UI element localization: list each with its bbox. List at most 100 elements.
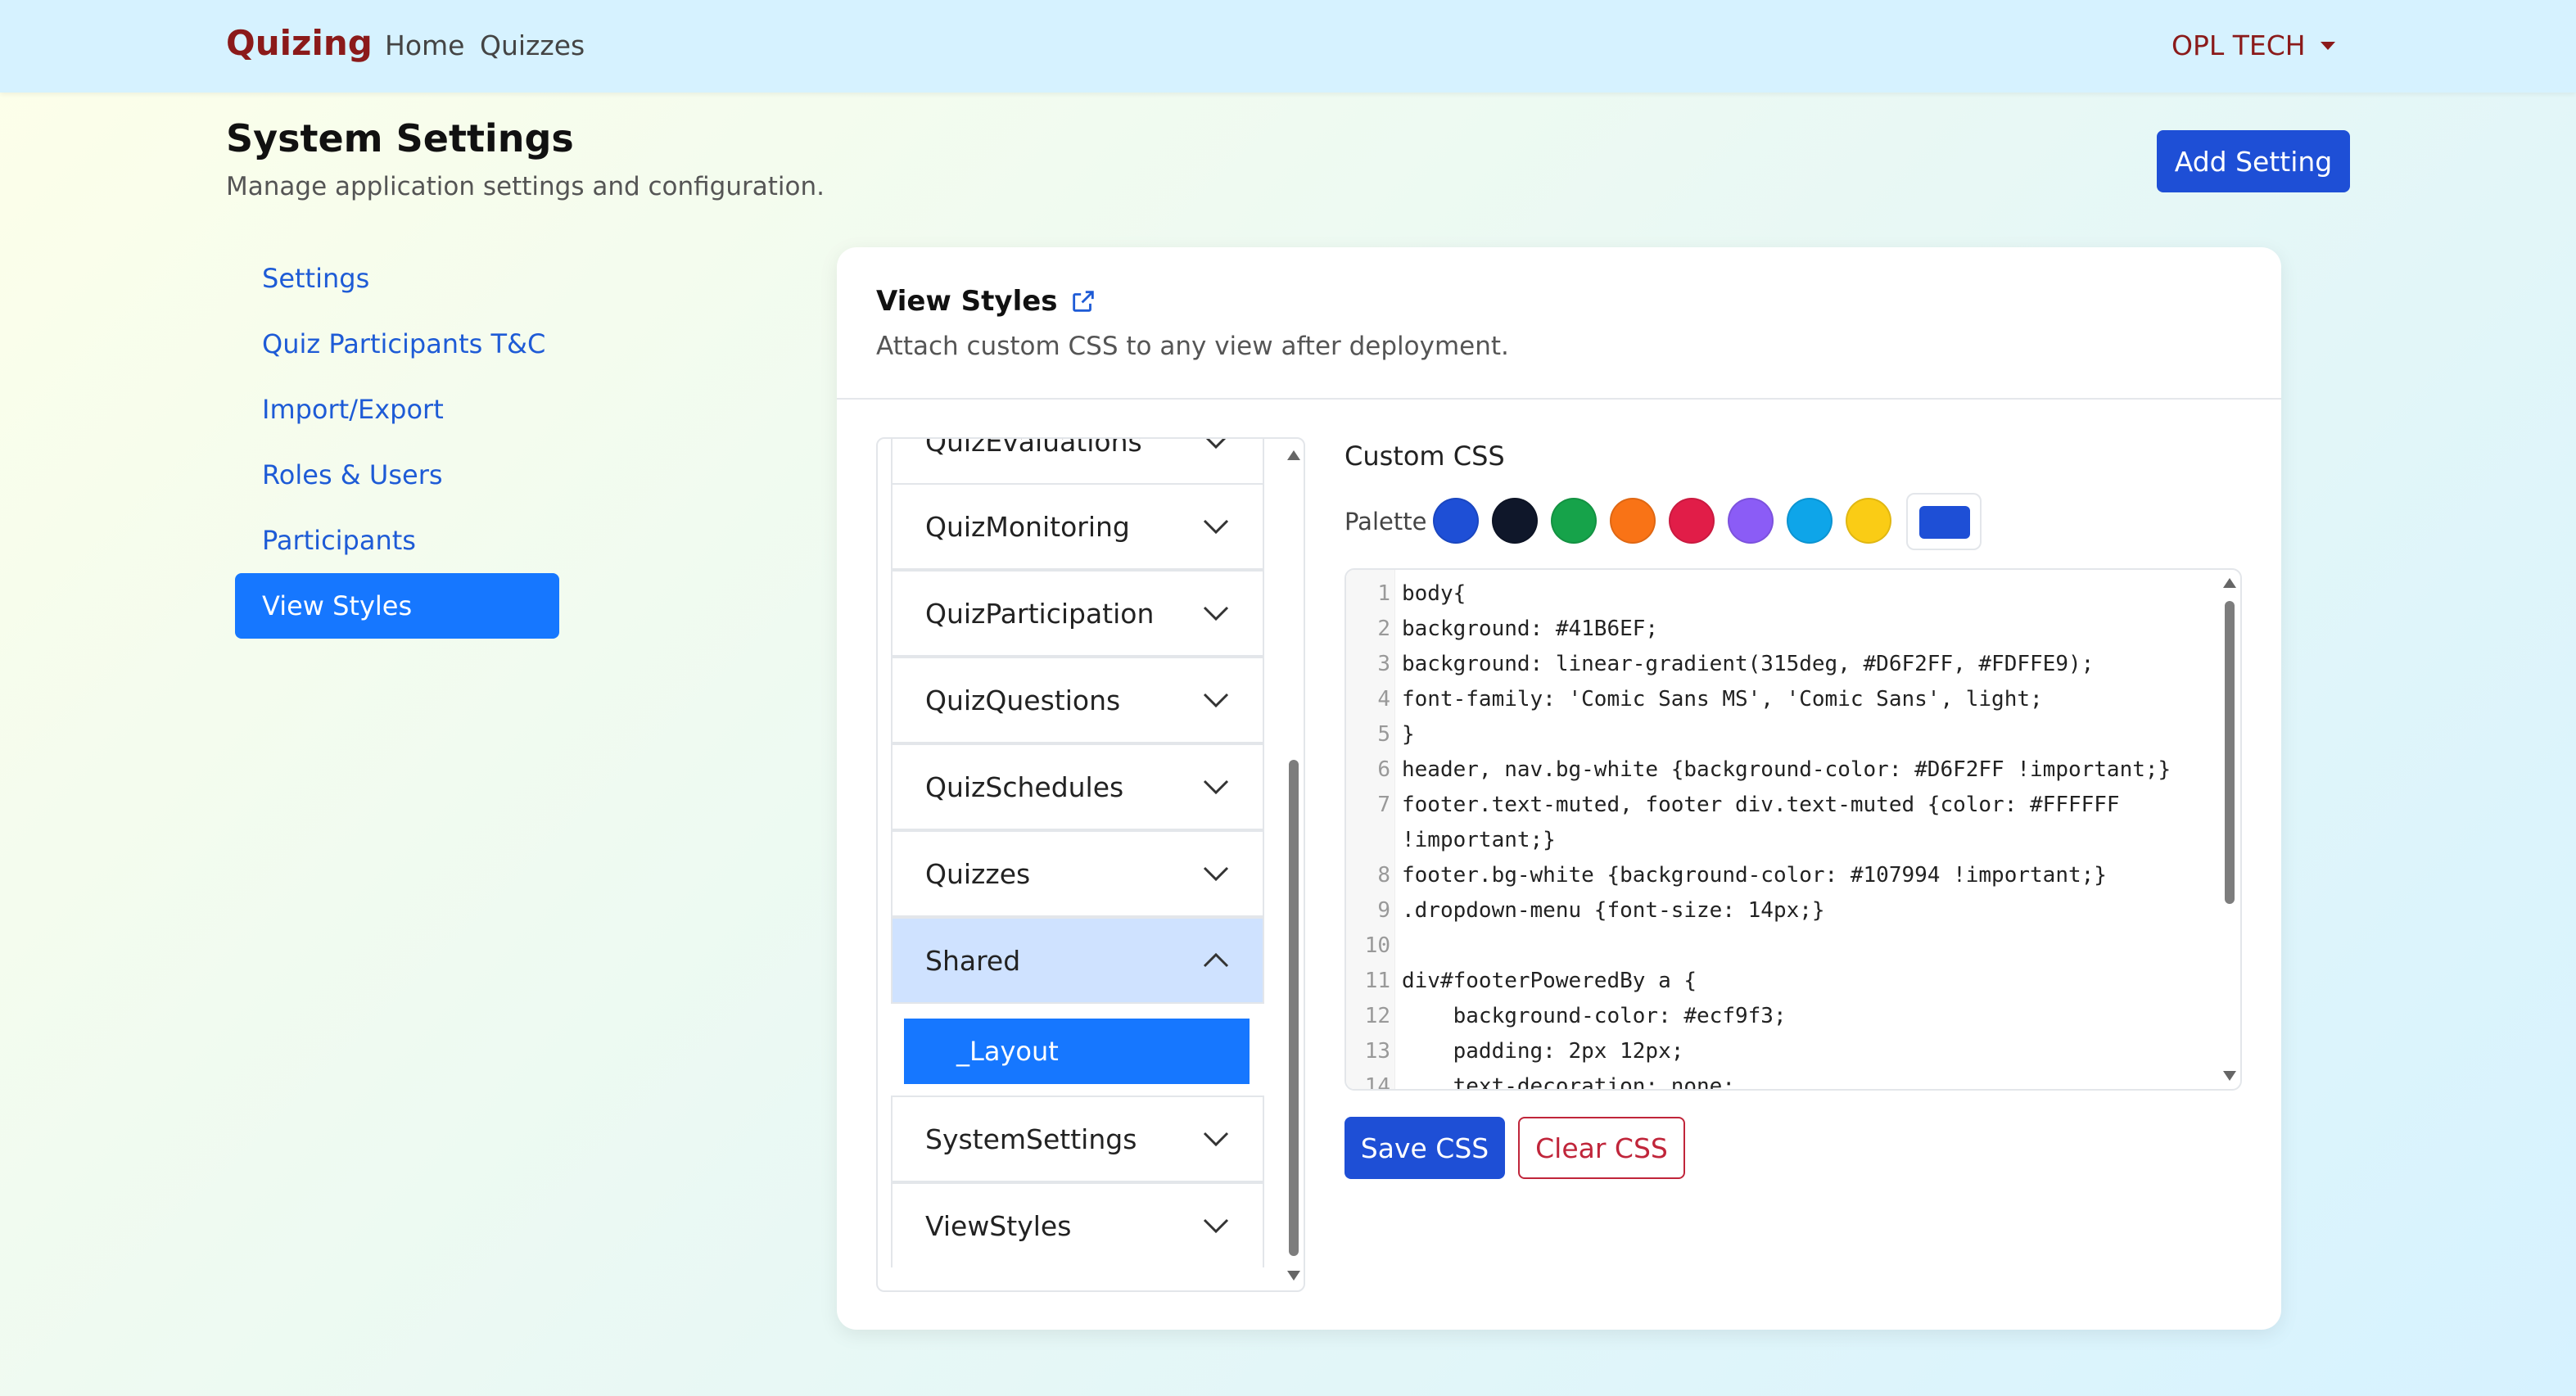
code-line[interactable]: 9 .dropdown-menu {font-size: 14px;} bbox=[1346, 893, 2214, 928]
code-line[interactable]: 3 background: linear-gradient(315deg, #D6… bbox=[1346, 647, 2214, 682]
palette-swatch-red[interactable] bbox=[1669, 498, 1715, 544]
code-line[interactable]: 11 div#footerPoweredBy a { bbox=[1346, 964, 2214, 999]
code-text[interactable]: background: linear-gradient(315deg, #D6F… bbox=[1402, 647, 2094, 682]
nav-home-link[interactable]: Home bbox=[385, 29, 464, 61]
sidebar-item-view-styles[interactable]: View Styles bbox=[235, 573, 559, 639]
code-line[interactable]: 13 padding: 2px 12px; bbox=[1346, 1034, 2214, 1069]
line-number: 9 bbox=[1377, 898, 1390, 923]
code-text[interactable]: text-decoration: none; bbox=[1402, 1069, 1735, 1089]
accordion-item-quizquestions[interactable]: QuizQuestions bbox=[891, 657, 1264, 743]
palette-swatch-purple[interactable] bbox=[1728, 498, 1774, 544]
chevron-down-icon bbox=[1203, 779, 1229, 795]
custom-css-label: Custom CSS bbox=[1344, 440, 1505, 472]
accordion-item-label: QuizMonitoring bbox=[925, 510, 1130, 543]
code-line[interactable]: 7 footer.text-muted, footer div.text-mute… bbox=[1346, 788, 2214, 823]
line-number: 13 bbox=[1364, 1039, 1390, 1064]
editor-scrollbar[interactable] bbox=[2221, 573, 2239, 1086]
palette-swatch-green[interactable] bbox=[1551, 498, 1597, 544]
scroll-thumb[interactable] bbox=[1289, 760, 1299, 1256]
code-text[interactable]: header, nav.bg-white {background-color: … bbox=[1402, 752, 2171, 788]
line-number: 1 bbox=[1377, 581, 1390, 606]
code-text[interactable]: padding: 2px 12px; bbox=[1402, 1034, 1684, 1069]
scroll-up-arrow-icon[interactable] bbox=[1287, 450, 1300, 460]
code-line[interactable]: 8 footer.bg-white {background-color: #107… bbox=[1346, 858, 2214, 893]
sidebar-item-quiz-participants-tc[interactable]: Quiz Participants T&C bbox=[235, 311, 559, 377]
code-text[interactable]: footer.bg-white {background-color: #1079… bbox=[1402, 858, 2107, 893]
code-line[interactable]: 14 text-decoration: none; bbox=[1346, 1069, 2214, 1089]
accordion-item-quizschedules[interactable]: QuizSchedules bbox=[891, 743, 1264, 830]
scroll-down-arrow-icon[interactable] bbox=[1287, 1271, 1300, 1281]
palette-swatch-navy[interactable] bbox=[1492, 498, 1538, 544]
palette-swatch-yellow[interactable] bbox=[1846, 498, 1891, 544]
accordion-item-label: QuizParticipation bbox=[925, 597, 1155, 630]
scroll-down-arrow-icon[interactable] bbox=[2223, 1071, 2236, 1081]
sidebar-item-import-export[interactable]: Import/Export bbox=[235, 377, 559, 442]
code-line[interactable]: 1 body{ bbox=[1346, 576, 2214, 612]
palette-swatch-blue[interactable] bbox=[1433, 498, 1479, 544]
accordion-item-label: QuizQuestions bbox=[925, 684, 1121, 716]
clear-css-button[interactable]: Clear CSS bbox=[1518, 1117, 1685, 1179]
brand-logo[interactable]: Quizing bbox=[226, 23, 373, 63]
user-name: OPL TECH bbox=[2172, 29, 2306, 61]
page-subtitle: Manage application settings and configur… bbox=[226, 172, 825, 201]
external-link-icon[interactable] bbox=[1069, 287, 1097, 315]
code-text[interactable]: background-color: #ecf9f3; bbox=[1402, 999, 1787, 1034]
code-line[interactable]: 5} bbox=[1346, 717, 2214, 752]
views-scrollbar[interactable] bbox=[1286, 444, 1302, 1287]
code-text[interactable]: footer.text-muted, footer div.text-muted… bbox=[1402, 788, 2120, 823]
line-number: 11 bbox=[1364, 969, 1390, 993]
card-title-text: View Styles bbox=[876, 285, 1058, 318]
css-code-editor[interactable]: 1 body{ 2 background: #41B6EF; 3 background: … bbox=[1344, 568, 2242, 1091]
accordion-item-label: QuizSchedules bbox=[925, 770, 1124, 803]
accordion-item-quizzes[interactable]: Quizzes bbox=[891, 830, 1264, 917]
code-text[interactable]: div#footerPoweredBy a { bbox=[1402, 964, 1697, 999]
palette-swatch-sky[interactable] bbox=[1787, 498, 1833, 544]
code-line[interactable]: 6 header, nav.bg-white {background-color:… bbox=[1346, 752, 2214, 788]
navbar: Quizing Home Quizzes OPL TECH bbox=[0, 0, 2576, 93]
scroll-thumb[interactable] bbox=[2225, 601, 2235, 904]
palette-swatch-orange[interactable] bbox=[1610, 498, 1656, 544]
nav-quizzes-link[interactable]: Quizzes bbox=[480, 29, 585, 61]
page-title: System Settings bbox=[226, 116, 574, 160]
code-line[interactable]: 12 background-color: #ecf9f3; bbox=[1346, 999, 2214, 1034]
sidebar-item-settings[interactable]: Settings bbox=[235, 246, 559, 311]
accordion-item-label: QuizEvaluations bbox=[925, 439, 1142, 458]
code-text[interactable]: !important;} bbox=[1402, 823, 1556, 858]
accordion-item-quizmonitoring[interactable]: QuizMonitoring bbox=[891, 483, 1264, 570]
card-title: View Styles bbox=[876, 285, 1097, 318]
code-line[interactable]: 2 background: #41B6EF; bbox=[1346, 612, 2214, 647]
accordion-item-label: Shared bbox=[925, 944, 1021, 977]
accordion-item-quizevaluations[interactable]: QuizEvaluations bbox=[891, 439, 1264, 485]
code-line[interactable]: 10 bbox=[1346, 928, 2214, 964]
code-line[interactable]: !important;} bbox=[1346, 823, 2214, 858]
user-menu-dropdown[interactable]: OPL TECH bbox=[2172, 29, 2335, 61]
views-accordion: QuizEvaluations QuizMonitoring QuizParti… bbox=[876, 437, 1305, 1292]
sidebar-item-roles-users[interactable]: Roles & Users bbox=[235, 442, 559, 508]
chevron-down-icon bbox=[1203, 693, 1229, 708]
line-number: 8 bbox=[1377, 863, 1390, 888]
accordion-item-quizparticipation[interactable]: QuizParticipation bbox=[891, 570, 1264, 657]
chevron-down-icon bbox=[1203, 866, 1229, 882]
view-item-layout[interactable]: _Layout bbox=[904, 1019, 1250, 1084]
add-setting-button[interactable]: Add Setting bbox=[2157, 130, 2350, 192]
code-line[interactable]: 4 font-family: 'Comic Sans MS', 'Comic Sa… bbox=[1346, 682, 2214, 717]
code-text[interactable]: .dropdown-menu {font-size: 14px;} bbox=[1402, 893, 1825, 928]
sidebar-item-participants[interactable]: Participants bbox=[235, 508, 559, 573]
code-text[interactable]: body{ bbox=[1402, 576, 1466, 612]
line-number: 7 bbox=[1377, 793, 1390, 817]
palette-label: Palette bbox=[1344, 508, 1427, 535]
code-text[interactable]: font-family: 'Comic Sans MS', 'Comic San… bbox=[1402, 682, 2043, 717]
scroll-up-arrow-icon[interactable] bbox=[2223, 578, 2236, 588]
line-number: 2 bbox=[1377, 617, 1390, 641]
accordion-item-shared[interactable]: Shared bbox=[891, 917, 1264, 1004]
code-text[interactable]: background: #41B6EF; bbox=[1402, 612, 1658, 647]
chevron-up-icon bbox=[1203, 952, 1229, 968]
accordion-item-viewstyles[interactable]: ViewStyles bbox=[891, 1182, 1264, 1267]
save-css-button[interactable]: Save CSS bbox=[1344, 1117, 1505, 1179]
accordion-item-systemsettings[interactable]: SystemSettings bbox=[891, 1096, 1264, 1182]
card-header: View Styles Attach custom CSS to any vie… bbox=[837, 247, 2281, 400]
accordion-item-label: Quizzes bbox=[925, 857, 1031, 890]
code-text[interactable]: } bbox=[1402, 717, 1415, 752]
color-picker-input[interactable] bbox=[1906, 493, 1982, 550]
views-list: QuizEvaluations QuizMonitoring QuizParti… bbox=[891, 439, 1264, 1267]
